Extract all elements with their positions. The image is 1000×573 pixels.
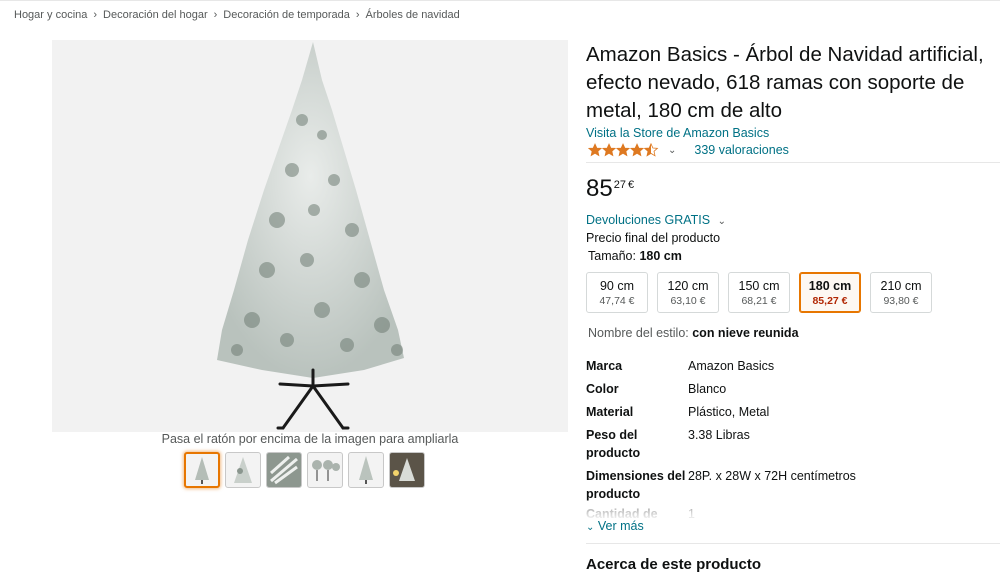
size-option-name: 210 cm bbox=[880, 279, 922, 293]
divider bbox=[586, 543, 1000, 544]
breadcrumb-item-arboles[interactable]: Árboles de navidad bbox=[366, 9, 460, 21]
size-option-name: 90 cm bbox=[599, 279, 635, 293]
christmas-tree-image bbox=[217, 42, 404, 430]
see-more-link[interactable]: ⌄ Ver más bbox=[586, 519, 644, 533]
breadcrumb-separator: › bbox=[93, 9, 98, 21]
spec-value: 1 bbox=[688, 507, 695, 521]
store-link[interactable]: Visita la Store de Amazon Basics bbox=[586, 126, 769, 140]
spec-value: 3.38 Libras bbox=[688, 428, 750, 442]
size-option-price: 93,80 € bbox=[883, 295, 919, 307]
spec-key: Dimensiones del producto bbox=[586, 469, 686, 501]
size-option-name: 150 cm bbox=[738, 279, 780, 293]
tree-detail-thumb-icon bbox=[234, 457, 252, 483]
size-option-120[interactable]: 120 cm 63,10 € bbox=[657, 272, 719, 313]
tree-thumb-icon bbox=[195, 457, 209, 484]
thumbnail-5[interactable] bbox=[348, 452, 384, 488]
spec-row: Material Plástico, Metal bbox=[586, 403, 1000, 421]
size-option-210[interactable]: 210 cm 93,80 € bbox=[870, 272, 932, 313]
size-option-price: 68,21 € bbox=[741, 295, 777, 307]
parts-thumb-icon bbox=[312, 460, 340, 481]
size-option-price: 47,74 € bbox=[599, 295, 635, 307]
thumbnail-2[interactable] bbox=[225, 452, 261, 488]
tree-side-thumb-icon bbox=[359, 456, 373, 484]
price-fraction: 27 bbox=[613, 179, 626, 191]
star-rating[interactable] bbox=[588, 143, 660, 157]
star-icon bbox=[588, 143, 658, 157]
spec-row: Peso del producto 3.38 Libras bbox=[586, 426, 1000, 462]
breadcrumb: Hogar y cocina › Decoración del hogar › … bbox=[14, 9, 460, 21]
thumbnail-3[interactable] bbox=[266, 452, 302, 488]
free-returns-label: Devoluciones GRATIS bbox=[586, 213, 711, 227]
spec-row: Marca Amazon Basics bbox=[586, 357, 1000, 375]
price-currency: € bbox=[627, 179, 635, 191]
style-label: Nombre del estilo: con nieve reunida bbox=[588, 326, 799, 340]
spec-row: Dimensiones del producto 28P. x 28W x 72… bbox=[586, 467, 1000, 503]
chevron-down-icon: ⌄ bbox=[717, 216, 726, 227]
thumbnail-1[interactable] bbox=[184, 452, 220, 488]
breadcrumb-item-hogar[interactable]: Hogar y cocina bbox=[14, 9, 87, 21]
top-divider bbox=[0, 0, 1000, 4]
room-scene-thumb-icon bbox=[390, 453, 424, 487]
spec-value: Plástico, Metal bbox=[688, 405, 770, 419]
size-option-150[interactable]: 150 cm 68,21 € bbox=[728, 272, 790, 313]
about-heading: Acerca de este producto bbox=[586, 556, 762, 573]
size-option-180[interactable]: 180 cm 85,27 € bbox=[799, 272, 861, 313]
rating-row: ⌄ 339 valoraciones bbox=[588, 143, 789, 157]
price: 85 27 € bbox=[586, 176, 634, 202]
final-price-note: Precio final del producto bbox=[586, 231, 721, 245]
chevron-down-icon[interactable]: ⌄ bbox=[668, 145, 676, 156]
thumbnail-4[interactable] bbox=[307, 452, 343, 488]
spec-row: Color Blanco bbox=[586, 380, 1000, 398]
size-option-price: 85,27 € bbox=[812, 295, 848, 307]
product-specs: Marca Amazon Basics Color Blanco Materia… bbox=[586, 357, 1000, 508]
spec-key: Peso del producto bbox=[586, 428, 641, 460]
rating-count-link[interactable]: 339 valoraciones bbox=[694, 143, 789, 157]
spec-key: Color bbox=[586, 382, 619, 396]
size-options: 90 cm 47,74 € 120 cm 63,10 € 150 cm 68,2… bbox=[586, 272, 932, 313]
size-label-key: Tamaño: bbox=[588, 249, 636, 263]
style-value: con nieve reunida bbox=[692, 326, 799, 340]
thumbnail-strip bbox=[184, 452, 425, 488]
breadcrumb-item-temporada[interactable]: Decoración de temporada bbox=[223, 9, 350, 21]
size-label: Tamaño: 180 cm bbox=[588, 249, 682, 263]
breadcrumb-separator: › bbox=[213, 9, 218, 21]
image-hover-hint: Pasa el ratón por encima de la imagen pa… bbox=[161, 432, 459, 446]
divider bbox=[586, 162, 1000, 163]
breadcrumb-item-decoracion[interactable]: Decoración del hogar bbox=[103, 9, 208, 21]
thumbnail-6[interactable] bbox=[389, 452, 425, 488]
spec-key: Marca bbox=[586, 359, 623, 373]
size-option-price: 63,10 € bbox=[670, 295, 706, 307]
size-selected-value: 180 cm bbox=[639, 249, 682, 263]
main-product-image[interactable] bbox=[52, 40, 568, 432]
see-more-label: Ver más bbox=[597, 519, 644, 533]
breadcrumb-separator: › bbox=[355, 9, 360, 21]
size-option-name: 120 cm bbox=[667, 279, 709, 293]
spec-value: Amazon Basics bbox=[688, 359, 775, 373]
branches-thumb-icon bbox=[267, 453, 301, 487]
product-title: Amazon Basics - Árbol de Navidad artific… bbox=[586, 43, 984, 122]
free-returns-link[interactable]: Devoluciones GRATIS ⌄ bbox=[586, 213, 726, 227]
size-option-name: 180 cm bbox=[808, 279, 852, 293]
spec-value: 28P. x 28W x 72H centímetros bbox=[688, 469, 856, 483]
style-label-key: Nombre del estilo: bbox=[588, 326, 689, 340]
chevron-down-icon: ⌄ bbox=[586, 522, 595, 533]
spec-value: Blanco bbox=[688, 382, 727, 396]
size-option-90[interactable]: 90 cm 47,74 € bbox=[586, 272, 648, 313]
price-whole: 85 bbox=[586, 175, 613, 202]
spec-key: Material bbox=[586, 405, 634, 419]
